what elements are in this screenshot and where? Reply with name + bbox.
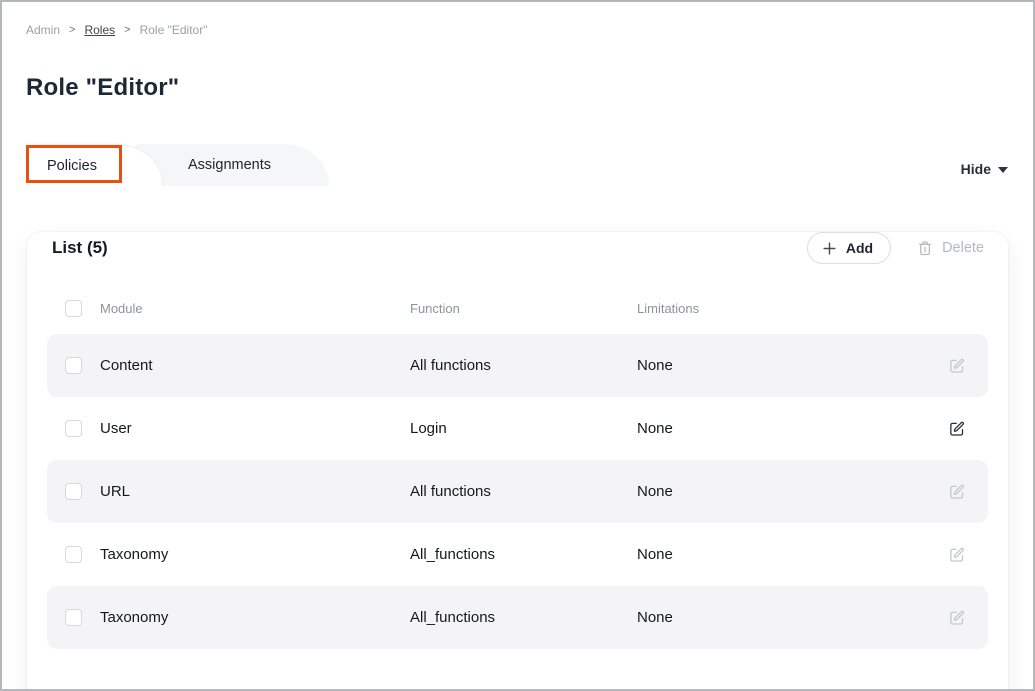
- row-checkbox[interactable]: [65, 546, 82, 563]
- breadcrumb-separator: >: [69, 24, 75, 36]
- cell-limitations: None: [637, 420, 939, 437]
- edit-icon: [948, 546, 966, 564]
- caret-down-icon: [998, 167, 1008, 173]
- edit-icon: [948, 357, 966, 375]
- row-checkbox[interactable]: [65, 420, 82, 437]
- breadcrumb-item-admin: Admin: [26, 23, 60, 37]
- cell-function: All functions: [410, 357, 637, 374]
- page-title: Role "Editor": [26, 74, 1033, 102]
- edit-button[interactable]: [939, 420, 975, 438]
- table-row: URL All functions None: [47, 460, 988, 523]
- edit-icon: [948, 420, 966, 438]
- table-body: Content All functions None User Login No…: [47, 334, 988, 649]
- edit-button[interactable]: [939, 357, 975, 375]
- list-title: List (5): [52, 238, 108, 258]
- tab-policies-label: Policies: [47, 158, 97, 174]
- table-row: User Login None: [47, 397, 988, 460]
- cell-function: All_functions: [410, 609, 637, 626]
- toolbar: Add Delete: [807, 232, 984, 264]
- edit-button[interactable]: [939, 546, 975, 564]
- table-row: Content All functions None: [47, 334, 988, 397]
- tab-policies[interactable]: Policies: [27, 144, 163, 186]
- cell-module: URL: [100, 483, 410, 500]
- panel-header: List (5) Add Delete: [47, 232, 988, 264]
- delete-button[interactable]: Delete: [917, 240, 984, 257]
- table-row: Taxonomy All_functions None: [47, 586, 988, 649]
- delete-button-label: Delete: [942, 240, 984, 256]
- cell-function: Login: [410, 420, 637, 437]
- column-header-function: Function: [410, 301, 637, 316]
- cell-limitations: None: [637, 609, 939, 626]
- hide-toggle-label: Hide: [961, 161, 991, 177]
- cell-module: Taxonomy: [100, 609, 410, 626]
- add-button[interactable]: Add: [807, 232, 891, 264]
- cell-limitations: None: [637, 483, 939, 500]
- trash-icon: [917, 240, 933, 257]
- row-checkbox[interactable]: [65, 357, 82, 374]
- hide-toggle[interactable]: Hide: [961, 161, 1008, 177]
- tab-assignments-label: Assignments: [188, 157, 271, 173]
- cell-function: All functions: [410, 483, 637, 500]
- cell-limitations: None: [637, 546, 939, 563]
- plus-icon: [822, 241, 837, 256]
- breadcrumb-item-current: Role "Editor": [140, 23, 208, 37]
- column-header-module: Module: [100, 301, 410, 316]
- select-all-checkbox[interactable]: [65, 300, 82, 317]
- breadcrumb-item-roles[interactable]: Roles: [84, 23, 115, 37]
- column-header-limitations: Limitations: [637, 301, 939, 316]
- cell-module: Content: [100, 357, 410, 374]
- table-row: Taxonomy All_functions None: [47, 523, 988, 586]
- row-checkbox[interactable]: [65, 609, 82, 626]
- edit-icon: [948, 609, 966, 627]
- edit-icon: [948, 483, 966, 501]
- edit-button[interactable]: [939, 609, 975, 627]
- policies-panel: List (5) Add Delete M: [27, 232, 1008, 691]
- add-button-label: Add: [846, 240, 873, 256]
- tab-bar: Policies Assignments Hide: [2, 144, 1033, 186]
- cell-limitations: None: [637, 357, 939, 374]
- role-editor-page: Admin > Roles > Role "Editor" Role "Edit…: [0, 0, 1035, 691]
- breadcrumb-separator: >: [124, 24, 130, 36]
- table-header: Module Function Limitations: [47, 298, 988, 318]
- breadcrumb: Admin > Roles > Role "Editor": [2, 2, 1033, 37]
- cell-module: Taxonomy: [100, 546, 410, 563]
- edit-button[interactable]: [939, 483, 975, 501]
- cell-module: User: [100, 420, 410, 437]
- row-checkbox[interactable]: [65, 483, 82, 500]
- cell-function: All_functions: [410, 546, 637, 563]
